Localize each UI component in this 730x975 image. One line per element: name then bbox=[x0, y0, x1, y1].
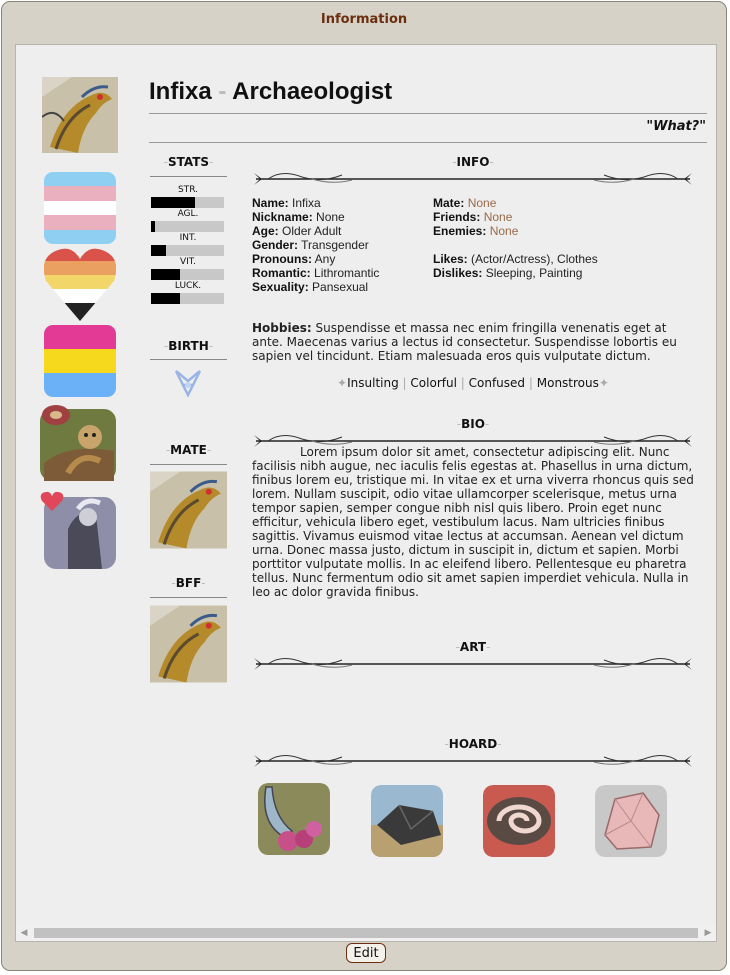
stat-label-agl: AGL. bbox=[177, 209, 199, 219]
info-right-list: Mate: None Friends: None Enemies: None L… bbox=[433, 196, 693, 280]
stat-bar-str bbox=[151, 197, 224, 208]
info-left-list: Name: Infixa Nickname: None Age: Older A… bbox=[252, 196, 432, 294]
quote-rule bbox=[149, 142, 707, 143]
stat-label-int: INT. bbox=[179, 233, 197, 243]
stat-label-vit: VIT. bbox=[179, 257, 197, 267]
hoard-item-crystal-icon[interactable] bbox=[595, 785, 667, 857]
dragon-quote: "What?" bbox=[646, 119, 706, 134]
heart-flag-icon bbox=[44, 248, 116, 321]
hoard-item-rock-icon[interactable] bbox=[371, 785, 443, 857]
mate-portrait-icon[interactable] bbox=[150, 471, 227, 549]
info-row: Gender: Transgender bbox=[252, 238, 369, 252]
bff-portrait-icon[interactable] bbox=[150, 605, 227, 683]
mate-heading: -MATE- bbox=[165, 443, 212, 457]
trait: Colorful bbox=[410, 376, 457, 390]
trait: Insulting bbox=[347, 376, 399, 390]
horizontal-scrollbar[interactable]: ◀ ▶ bbox=[16, 925, 716, 941]
dragon-name: Infixa bbox=[149, 78, 212, 105]
stat-label-str: STR. bbox=[177, 185, 198, 195]
info-row: Enemies: None bbox=[433, 224, 519, 238]
hobbies-label: Hobbies: bbox=[252, 321, 312, 335]
stats-heading: -STATS- bbox=[163, 155, 214, 169]
bff-heading: -BFF- bbox=[171, 576, 206, 590]
bff-rule bbox=[150, 597, 227, 598]
trait: Monstrous bbox=[536, 376, 599, 390]
scroll-left-arrow-icon[interactable]: ◀ bbox=[16, 925, 32, 941]
stat-label-luck: LUCK. bbox=[174, 281, 202, 291]
mate-link[interactable]: None bbox=[468, 196, 497, 210]
dragon-occupation: Archaeologist bbox=[232, 78, 393, 105]
hoard-item-horn-icon[interactable] bbox=[258, 783, 330, 855]
info-row: Dislikes: Sleeping, Painting bbox=[433, 266, 583, 280]
window-title: Information bbox=[320, 12, 408, 27]
info-window: Information Infixa - Archaeologist "What… bbox=[1, 1, 727, 971]
info-row: Nickname: None bbox=[252, 210, 345, 224]
scroll-right-arrow-icon[interactable]: ▶ bbox=[700, 925, 716, 941]
mate-rule bbox=[150, 464, 227, 465]
stat-bar-agl bbox=[151, 221, 224, 232]
dragon-name-heading: Infixa - Archaeologist bbox=[149, 78, 392, 106]
hoard-item-spiral-icon[interactable] bbox=[483, 785, 555, 857]
companion-familiar-icon bbox=[40, 491, 116, 569]
info-row: Friends: None bbox=[433, 210, 513, 224]
bio-text: Lorem ipsum dolor sit amet, consectetur … bbox=[252, 445, 694, 599]
friends-link[interactable]: None bbox=[484, 210, 513, 224]
info-row: Name: Infixa bbox=[252, 196, 321, 210]
hoard-divider-ornament bbox=[254, 755, 692, 767]
header-rule bbox=[149, 113, 707, 114]
info-row: Romantic: Lithromantic bbox=[252, 266, 380, 280]
info-divider-ornament bbox=[254, 173, 692, 185]
element-eye-icon bbox=[174, 370, 202, 398]
dragon-portrait-icon bbox=[42, 77, 118, 153]
scroll-thumb[interactable] bbox=[34, 928, 698, 938]
birth-rule bbox=[150, 359, 227, 360]
traits-list: ✦Insulting | Colorful | Confused | Monst… bbox=[337, 376, 609, 390]
trans-flag-icon bbox=[44, 172, 116, 244]
monkey-familiar-icon bbox=[40, 405, 116, 481]
stat-bar-vit bbox=[151, 269, 224, 280]
profile-panel: Infixa - Archaeologist "What?" -STATS- S… bbox=[15, 44, 717, 942]
stat-bar-luck bbox=[151, 293, 224, 304]
info-row: Age: Older Adult bbox=[252, 224, 342, 238]
stat-bar-int bbox=[151, 245, 224, 256]
hobbies-text: Hobbies: Suspendisse et massa nec enim f… bbox=[252, 321, 677, 363]
name-separator: - bbox=[218, 78, 227, 105]
trait: Confused bbox=[468, 376, 526, 390]
info-row: Pronouns: Any bbox=[252, 252, 336, 266]
pan-flag-icon bbox=[44, 325, 116, 397]
art-divider-ornament bbox=[254, 658, 692, 670]
info-row: Mate: None bbox=[433, 196, 497, 210]
stats-rule bbox=[150, 176, 227, 177]
enemies-link[interactable]: None bbox=[490, 224, 519, 238]
birth-heading: -BIRTH- bbox=[163, 339, 214, 353]
info-row: Sexuality: Pansexual bbox=[252, 280, 369, 294]
edit-button[interactable]: Edit bbox=[346, 943, 386, 963]
info-row: Likes: (Actor/Actress), Clothes bbox=[433, 252, 598, 266]
